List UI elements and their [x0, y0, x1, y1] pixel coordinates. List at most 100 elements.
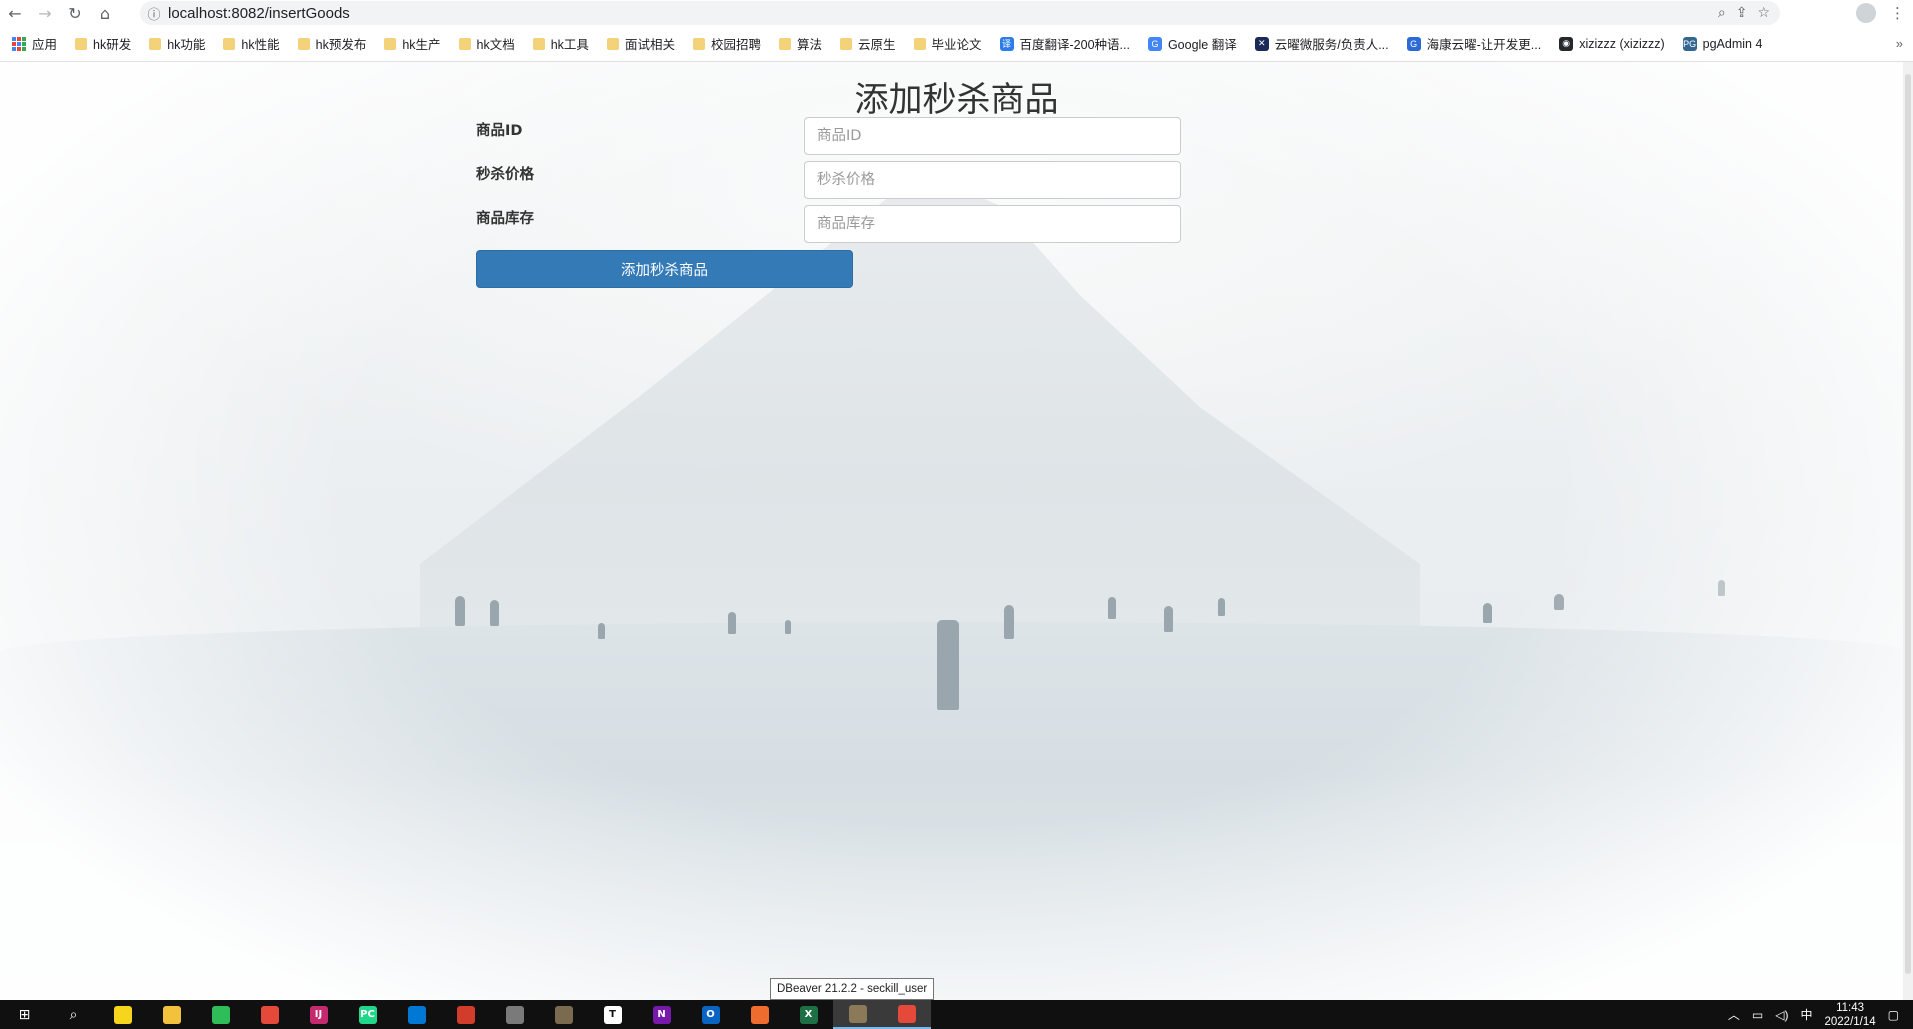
info-icon[interactable]: ⓘ: [140, 4, 168, 23]
ime-indicator[interactable]: 中: [1800, 1006, 1812, 1023]
bookmark-item[interactable]: hk功能: [149, 34, 205, 53]
kebab-menu-icon[interactable]: ⋮: [1890, 4, 1905, 22]
seckill-price-label: 秒杀价格: [476, 167, 534, 183]
bookmark-item[interactable]: hk研发: [75, 34, 131, 53]
folder-icon: [692, 37, 705, 50]
goods-id-input[interactable]: [804, 117, 1181, 155]
bookmark-label: 百度翻译-200种语...: [1019, 38, 1130, 52]
bookmark-item[interactable]: PG pgAdmin 4: [1682, 36, 1763, 51]
dbeaver-active-icon[interactable]: [833, 1000, 882, 1029]
bookmark-label: 校园招聘: [710, 38, 761, 52]
bookmark-label: 云曜微服务/负责人...: [1274, 38, 1389, 52]
bookmark-item[interactable]: hk文档: [458, 34, 515, 53]
bookmark-item[interactable]: 译百度翻译-200种语...: [999, 34, 1130, 53]
seckill-price-input[interactable]: [804, 161, 1181, 199]
bookmark-item[interactable]: hk生产: [384, 34, 441, 53]
bookmark-label: hk文档: [476, 38, 515, 52]
bookmark-item[interactable]: G Google 翻译: [1147, 34, 1237, 53]
site-favicon-icon: PG: [1682, 36, 1697, 51]
bookmark-label: 海康云曜-让开发更...: [1426, 38, 1542, 52]
site-favicon-icon: G: [1147, 36, 1162, 51]
form-row-goods-stock: 商品库存: [476, 205, 1181, 243]
bookmark-label: 毕业论文: [931, 38, 982, 52]
back-arrow-icon[interactable]: ←: [0, 0, 30, 26]
bookmark-label: 面试相关: [624, 38, 675, 52]
folder-icon: [778, 37, 791, 50]
app-gray-icon[interactable]: [490, 1000, 539, 1029]
goods-id-label: 商品ID: [476, 123, 523, 139]
bookmark-label: hk生产: [402, 38, 441, 52]
reload-icon[interactable]: ↻: [60, 0, 90, 26]
folder-icon: [223, 37, 236, 50]
page-scrollbar[interactable]: [1903, 62, 1913, 1000]
forward-arrow-icon[interactable]: →: [30, 0, 60, 26]
bookmark-item[interactable]: ◉ xizizzz (xizizzz): [1559, 36, 1665, 51]
vscode-icon[interactable]: [392, 1000, 441, 1029]
bookmark-item[interactable]: hk性能: [223, 34, 280, 53]
bookmark-item[interactable]: 毕业论文: [913, 34, 982, 53]
postman-icon[interactable]: [735, 1000, 784, 1029]
bookmark-label: hk研发: [93, 38, 132, 52]
taskbar-tooltip: DBeaver 21.2.2 - seckill_user: [770, 978, 935, 1000]
pycharm-icon[interactable]: PC: [343, 1000, 392, 1029]
form-row-seckill-price: 秒杀价格: [476, 161, 1181, 199]
bookmark-item[interactable]: hk工具: [532, 34, 589, 53]
apps-grid-icon: [12, 36, 26, 51]
search-icon[interactable]: ⌕: [49, 1000, 98, 1029]
excel-icon[interactable]: X: [784, 1000, 833, 1029]
zoom-icon[interactable]: ⌕: [1718, 5, 1726, 21]
goods-stock-input[interactable]: [804, 205, 1181, 243]
folder-icon: [75, 37, 88, 50]
bookmark-label: Google 翻译: [1167, 38, 1237, 52]
bookmark-item[interactable]: G 海康云曜-让开发更...: [1406, 34, 1542, 53]
chrome-active-icon[interactable]: [882, 1000, 931, 1029]
bookmark-label: 应用: [32, 38, 58, 52]
star-icon[interactable]: ☆: [1757, 5, 1770, 21]
bookmark-item[interactable]: hk预发布: [297, 34, 366, 53]
app-red-icon[interactable]: [441, 1000, 490, 1029]
volume-icon[interactable]: ◁): [1775, 1008, 1788, 1022]
folder-icon: [606, 37, 619, 50]
app-green-icon[interactable]: [196, 1000, 245, 1029]
folder-icon: [532, 37, 545, 50]
bookmark-item[interactable]: 校园招聘: [692, 34, 761, 53]
dbeaver-icon[interactable]: [539, 1000, 588, 1029]
add-seckill-goods-button[interactable]: 添加秒杀商品: [476, 250, 853, 288]
bookmarks-bar: 应用 hk研发 hk功能 hk性能 hk预发布 hk生产 hk文档 hk工具 面试相关 校园招聘 算…: [0, 26, 1913, 62]
bookmark-item[interactable]: 应用: [12, 34, 57, 53]
bookmark-item[interactable]: 面试相关: [606, 34, 675, 53]
intellij-icon[interactable]: IJ: [294, 1000, 343, 1029]
clock[interactable]: 11:43 2022/1/14: [1824, 1001, 1875, 1029]
share-icon[interactable]: ⇪: [1736, 5, 1748, 21]
onenote-icon[interactable]: N: [637, 1000, 686, 1029]
folder-icon: [839, 37, 852, 50]
bookmark-item[interactable]: ✕ 云曜微服务/负责人...: [1254, 34, 1389, 53]
file-explorer-icon[interactable]: [147, 1000, 196, 1029]
bookmarks-overflow-icon[interactable]: »: [1896, 36, 1903, 51]
notification-icon[interactable]: ▢: [1888, 1008, 1899, 1022]
bookmark-item[interactable]: 算法: [778, 34, 822, 53]
profile-icon[interactable]: [1856, 3, 1876, 23]
home-icon[interactable]: ⌂: [90, 0, 120, 26]
address-bar[interactable]: ⓘ localhost:8082/insertGoods ⌕ ⇪ ☆: [140, 1, 1780, 25]
bookmark-label: pgAdmin 4: [1702, 36, 1763, 51]
site-favicon-icon: 译: [999, 36, 1014, 51]
windows-taskbar: ⊞ ⌕ IJ PC T N O X ︿ ▭ ◁) 中 11:43 2022/1/14 ▢: [0, 1000, 1913, 1029]
bookmark-label: 云原生: [857, 38, 896, 52]
folder-icon: [458, 37, 471, 50]
bookmark-item[interactable]: 云原生: [839, 34, 896, 53]
chrome-icon[interactable]: [245, 1000, 294, 1029]
bookmark-label: 算法: [796, 38, 822, 52]
sticky-notes-icon[interactable]: [98, 1000, 147, 1029]
typora-icon[interactable]: T: [588, 1000, 637, 1029]
network-icon[interactable]: ▭: [1752, 1008, 1763, 1022]
tray-chevron-icon[interactable]: ︿: [1728, 1006, 1740, 1023]
start-icon[interactable]: ⊞: [0, 1000, 49, 1029]
outlook-icon[interactable]: O: [686, 1000, 735, 1029]
form-row-goods-id: 商品ID: [476, 117, 1181, 155]
background-vignette: [0, 62, 1913, 1000]
scrollbar-thumb[interactable]: [1905, 74, 1911, 974]
clock-date: 2022/1/14: [1824, 1015, 1876, 1028]
site-favicon-icon: ✕: [1254, 36, 1269, 51]
address-url[interactable]: localhost:8082/insertGoods: [168, 5, 350, 22]
